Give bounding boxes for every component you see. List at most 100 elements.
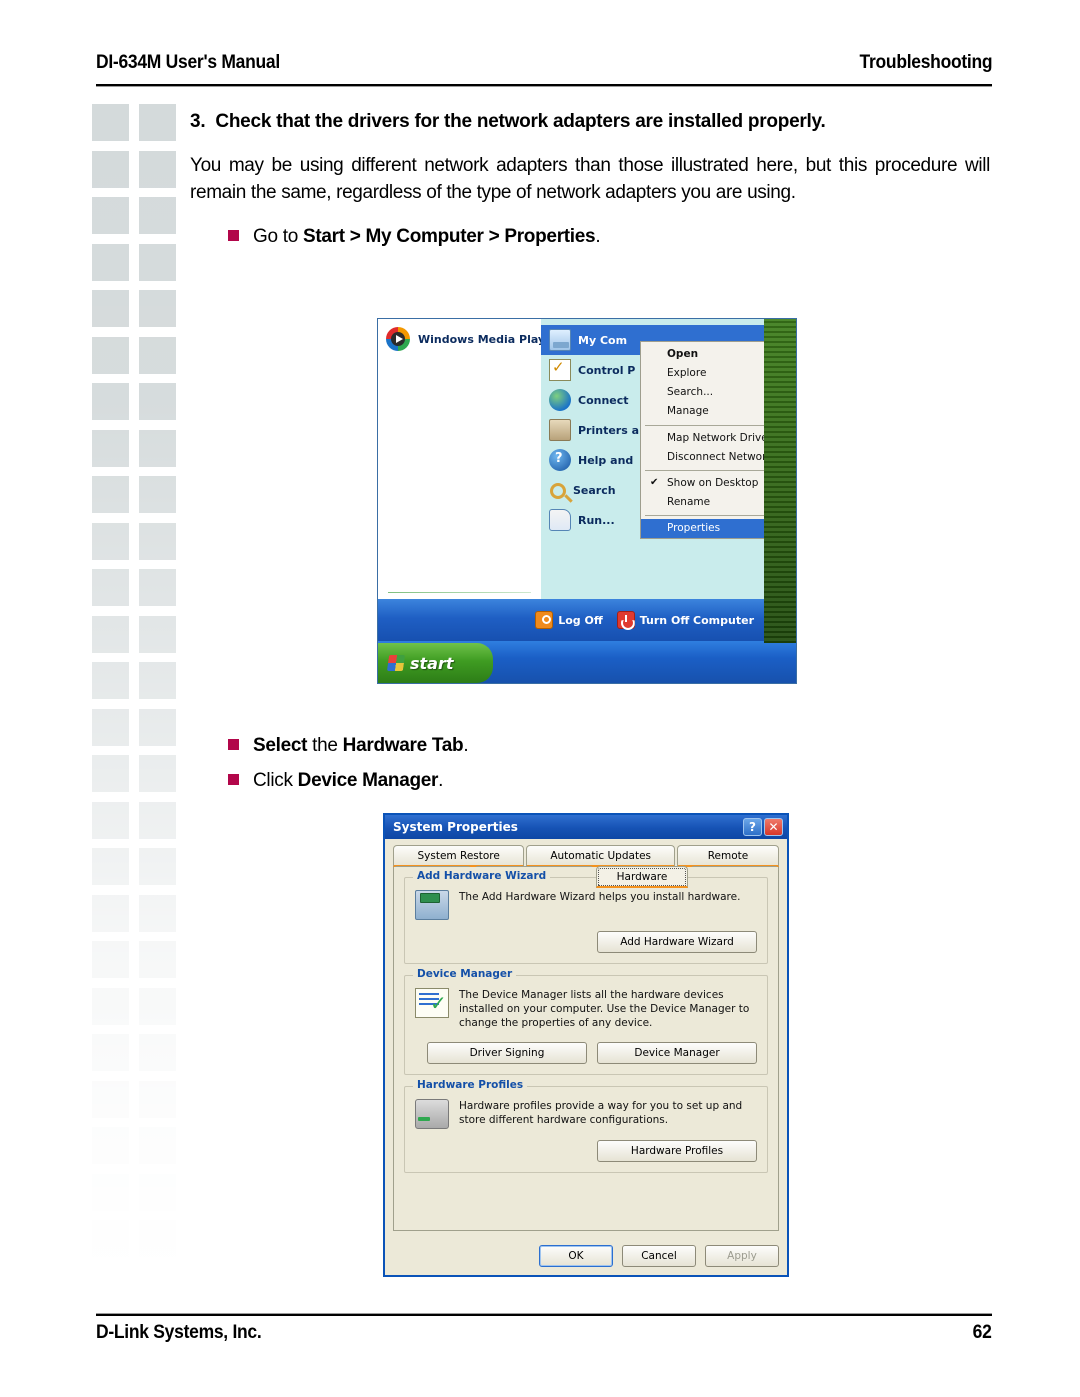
decorative-square xyxy=(92,1173,129,1211)
start-menu-item-label: Printers a xyxy=(578,423,640,437)
run-icon xyxy=(549,509,571,531)
driver-signing-button[interactable]: Driver Signing xyxy=(427,1041,587,1064)
start-menu-item-label: Run... xyxy=(578,513,615,527)
close-icon[interactable]: ✕ xyxy=(764,818,783,836)
tab-row-top: System Restore Automatic Updates Remote xyxy=(393,845,779,867)
decorative-square xyxy=(139,1220,176,1257)
decorative-square xyxy=(139,197,176,234)
start-menu-item-label: My Com xyxy=(578,333,628,347)
device-manager-icon xyxy=(415,988,449,1018)
apply-button: Apply xyxy=(705,1245,779,1267)
tab-remote[interactable]: Remote xyxy=(676,845,779,867)
log-off-label: Log Off xyxy=(558,613,603,627)
bullet-square-icon xyxy=(228,739,239,750)
decorative-square xyxy=(92,150,129,188)
hardware-profiles-button[interactable]: Hardware Profiles xyxy=(597,1139,757,1162)
decorative-square xyxy=(92,476,129,513)
power-icon xyxy=(616,611,635,629)
decorative-square xyxy=(92,755,129,792)
bullet-list-step2-wrapper: Select the Hardware Tab. Click Device Man… xyxy=(190,726,990,801)
cancel-button[interactable]: Cancel xyxy=(622,1245,696,1267)
page-footer: D-Link Systems, Inc. 62 xyxy=(96,1322,992,1344)
start-menu-item-windows-media-player[interactable]: Windows Media Player xyxy=(386,327,558,351)
group-content-row: Hardware profiles provide a way for you … xyxy=(415,1098,757,1129)
start-menu-left-column: Windows Media Player All Programs xyxy=(378,319,558,643)
decorative-square xyxy=(92,290,129,327)
tab-hardware[interactable]: Hardware xyxy=(596,866,688,888)
group-description: The Add Hardware Wizard helps you instal… xyxy=(459,891,741,903)
help-support-icon xyxy=(549,449,571,471)
decorative-square xyxy=(139,104,176,141)
decorative-square xyxy=(92,1080,129,1118)
bullet-list-step1: Go to Start > My Computer > Properties. xyxy=(190,223,990,251)
start-menu-item-label: Search xyxy=(573,483,616,497)
decorative-square xyxy=(92,941,129,978)
decorative-square xyxy=(92,1034,129,1071)
start-button[interactable]: start xyxy=(378,643,493,683)
dialog-titlebar: System Properties ? ✕ xyxy=(385,815,787,839)
group-buttons: Hardware Profiles xyxy=(415,1139,757,1162)
decorative-square xyxy=(139,987,176,1025)
help-button[interactable]: ? xyxy=(743,818,762,836)
group-description: Hardware profiles provide a way for you … xyxy=(459,1099,743,1126)
bullet-square-icon xyxy=(228,229,239,241)
decorative-square xyxy=(139,941,176,978)
decorative-square-pattern xyxy=(92,104,190,1284)
windows-media-player-label: Windows Media Player xyxy=(418,332,558,346)
device-manager-button[interactable]: Device Manager xyxy=(597,1041,757,1064)
turn-off-computer-button[interactable]: Turn Off Computer xyxy=(616,611,754,629)
control-panel-icon xyxy=(549,358,571,381)
my-computer-icon xyxy=(549,329,571,351)
group-legend: Hardware Profiles xyxy=(413,1078,528,1091)
decorative-square xyxy=(92,429,129,467)
section-heading-text: Check that the drivers for the network a… xyxy=(215,111,826,132)
start-menu-item-label: Help and xyxy=(578,453,634,467)
decorative-square xyxy=(92,708,129,746)
log-off-icon xyxy=(535,611,554,629)
company-name: D-Link Systems, Inc. xyxy=(96,1322,262,1343)
decorative-fade-overlay xyxy=(92,104,190,1284)
decorative-square xyxy=(139,615,176,653)
start-menu-bottom-bar: Log Off Turn Off Computer xyxy=(378,599,764,641)
decorative-square xyxy=(92,243,129,281)
decorative-square xyxy=(139,662,176,699)
add-hardware-wizard-button[interactable]: Add Hardware Wizard xyxy=(597,931,757,953)
ok-button[interactable]: OK xyxy=(539,1245,613,1267)
turn-off-label: Turn Off Computer xyxy=(639,613,754,627)
decorative-square xyxy=(139,1034,176,1071)
start-menu-item-label: Control P xyxy=(578,363,636,377)
decorative-square xyxy=(92,848,129,885)
decorative-square xyxy=(139,1127,176,1164)
decorative-square xyxy=(92,336,129,374)
section-name: Troubleshooting xyxy=(859,52,992,73)
decorative-square xyxy=(139,383,176,420)
page-content: 3. Check that the drivers for the networ… xyxy=(190,110,990,254)
hardware-profiles-icon xyxy=(415,1098,449,1129)
decorative-square xyxy=(92,987,129,1025)
start-button-label: start xyxy=(410,653,454,673)
decorative-square xyxy=(92,569,129,606)
decorative-square xyxy=(92,1127,129,1164)
decorative-square xyxy=(139,894,176,932)
bullet-item: Select the Hardware Tab. xyxy=(190,732,990,760)
page-number: 62 xyxy=(973,1322,992,1343)
decorative-square xyxy=(139,290,176,327)
hardware-tab-panel: Add Hardware Wizard The Add Hardware Wiza… xyxy=(393,867,779,1231)
group-device-manager: Device Manager The Device Manager lists a… xyxy=(404,968,768,1075)
group-hardware-profiles: Hardware Profiles Hardware profiles provi… xyxy=(404,1078,768,1173)
figure-system-properties-dialog: System Properties ? ✕ System Restore Auto… xyxy=(383,813,789,1277)
bullet-text: Select the Hardware Tab. xyxy=(253,735,469,756)
intro-paragraph: You may be using different network adapt… xyxy=(190,154,990,203)
group-legend: Device Manager xyxy=(413,968,517,980)
tab-system-restore[interactable]: System Restore xyxy=(393,845,525,867)
bullet-text: Click Device Manager. xyxy=(253,769,444,791)
group-buttons: Driver Signing Device Manager xyxy=(415,1041,757,1064)
tab-automatic-updates[interactable]: Automatic Updates xyxy=(526,845,675,867)
connect-to-icon xyxy=(549,389,571,411)
start-menu-body: Windows Media Player All Programs My Com… xyxy=(378,319,796,643)
decorative-square xyxy=(92,1220,129,1257)
windows-flag-icon xyxy=(386,655,406,671)
log-off-button[interactable]: Log Off xyxy=(535,611,603,629)
bullet-text: Go to Start > My Computer > Properties. xyxy=(253,225,601,247)
section-heading: 3. Check that the drivers for the networ… xyxy=(190,110,990,135)
